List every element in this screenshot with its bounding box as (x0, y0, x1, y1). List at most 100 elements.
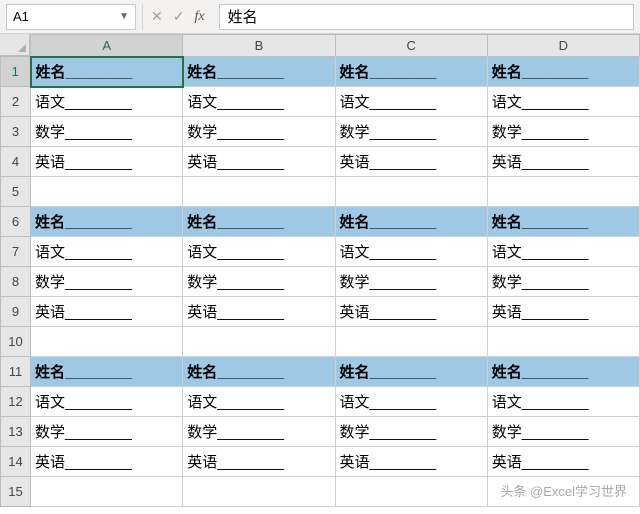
row-header[interactable]: 1 (1, 57, 31, 87)
cell[interactable]: 英语________ (335, 297, 487, 327)
cell-text: 英语________ (35, 451, 132, 472)
grid-table: A B C D 1姓名________姓名________姓名________姓… (0, 34, 640, 507)
select-all-corner[interactable] (0, 34, 30, 56)
cell[interactable] (335, 477, 487, 507)
cell[interactable]: 英语________ (487, 297, 639, 327)
cell[interactable]: 语文________ (31, 87, 183, 117)
table-row: 5 (1, 177, 640, 207)
table-row: 2语文________语文________语文________语文_______… (1, 87, 640, 117)
cell[interactable]: 姓名________ (183, 357, 335, 387)
cell[interactable]: 语文________ (335, 387, 487, 417)
col-header-C[interactable]: C (335, 35, 487, 57)
cell[interactable]: 语文________ (487, 87, 639, 117)
cell-text: 语文________ (492, 241, 589, 262)
cell-text: 姓名________ (187, 211, 284, 232)
cell[interactable]: 语文________ (31, 237, 183, 267)
cell[interactable] (335, 327, 487, 357)
cell[interactable]: 英语________ (335, 447, 487, 477)
row-header[interactable]: 7 (1, 237, 31, 267)
row-header[interactable]: 8 (1, 267, 31, 297)
col-header-A[interactable]: A (31, 35, 183, 57)
formula-bar: A1 ▼ ✕ ✓ fx 姓名 (0, 0, 640, 34)
cell[interactable]: 数学________ (183, 417, 335, 447)
cell-text: 语文________ (187, 91, 284, 112)
cell[interactable]: 数学________ (31, 417, 183, 447)
cell[interactable]: 数学________ (487, 417, 639, 447)
cell[interactable]: 英语________ (183, 447, 335, 477)
cell-text: 数学________ (187, 121, 284, 142)
row-header[interactable]: 2 (1, 87, 31, 117)
row-header[interactable]: 14 (1, 447, 31, 477)
table-row: 1姓名________姓名________姓名________姓名_______… (1, 57, 640, 87)
cell-text: 姓名________ (340, 361, 437, 382)
cell[interactable] (31, 327, 183, 357)
cell[interactable]: 姓名________ (487, 357, 639, 387)
cell[interactable]: 语文________ (335, 237, 487, 267)
cell[interactable]: 姓名________ (31, 357, 183, 387)
dropdown-icon[interactable]: ▼ (119, 11, 129, 22)
cell[interactable]: 英语________ (31, 147, 183, 177)
cell[interactable]: 语文________ (31, 387, 183, 417)
cell[interactable]: 姓名________ (487, 57, 639, 87)
cell-text: 语文________ (340, 241, 437, 262)
col-header-B[interactable]: B (183, 35, 335, 57)
cell[interactable]: 语文________ (487, 237, 639, 267)
cell[interactable]: 数学________ (31, 267, 183, 297)
row-header[interactable]: 9 (1, 297, 31, 327)
cell[interactable] (183, 477, 335, 507)
cell[interactable]: 英语________ (487, 447, 639, 477)
cell[interactable] (487, 327, 639, 357)
row-header[interactable]: 15 (1, 477, 31, 507)
cell[interactable]: 语文________ (183, 237, 335, 267)
cell[interactable]: 英语________ (335, 147, 487, 177)
formula-input[interactable]: 姓名 (219, 4, 634, 30)
cell[interactable]: 数学________ (335, 267, 487, 297)
cell[interactable] (31, 177, 183, 207)
row-header[interactable]: 5 (1, 177, 31, 207)
row-header[interactable]: 11 (1, 357, 31, 387)
col-header-D[interactable]: D (487, 35, 639, 57)
cell[interactable]: 姓名________ (335, 207, 487, 237)
cell[interactable] (183, 177, 335, 207)
cell[interactable]: 语文________ (183, 387, 335, 417)
cell[interactable]: 数学________ (335, 417, 487, 447)
cell[interactable]: 姓名________ (335, 357, 487, 387)
cell[interactable]: 英语________ (183, 147, 335, 177)
fx-icon[interactable]: fx (194, 9, 204, 25)
cell[interactable] (487, 177, 639, 207)
cell[interactable]: 数学________ (183, 267, 335, 297)
cell[interactable] (31, 477, 183, 507)
cell[interactable]: 英语________ (183, 297, 335, 327)
cell[interactable] (183, 327, 335, 357)
table-row: 12语文________语文________语文________语文______… (1, 387, 640, 417)
cell[interactable]: 数学________ (183, 117, 335, 147)
cell[interactable]: 姓名________ (335, 57, 487, 87)
cell[interactable]: 数学________ (335, 117, 487, 147)
cell[interactable]: 语文________ (335, 87, 487, 117)
cell[interactable]: 数学________ (31, 117, 183, 147)
cell[interactable]: 数学________ (487, 267, 639, 297)
cell[interactable]: 英语________ (487, 147, 639, 177)
cell[interactable] (335, 177, 487, 207)
cell[interactable]: 姓名________ (183, 207, 335, 237)
cell[interactable]: 姓名________ (183, 57, 335, 87)
cell[interactable]: 英语________ (31, 447, 183, 477)
row-header[interactable]: 4 (1, 147, 31, 177)
name-box[interactable]: A1 ▼ (6, 4, 136, 30)
row-header[interactable]: 6 (1, 207, 31, 237)
cell[interactable]: 姓名________ (31, 57, 183, 87)
cell[interactable]: 英语________ (31, 297, 183, 327)
cell[interactable]: 姓名________ (487, 207, 639, 237)
cell[interactable]: 语文________ (487, 387, 639, 417)
cell[interactable]: 姓名________ (31, 207, 183, 237)
table-row: 11姓名________姓名________姓名________姓名______… (1, 357, 640, 387)
row-header[interactable]: 13 (1, 417, 31, 447)
enter-icon[interactable]: ✓ (173, 8, 185, 25)
cell-text: 语文________ (492, 91, 589, 112)
cell[interactable]: 数学________ (487, 117, 639, 147)
row-header[interactable]: 3 (1, 117, 31, 147)
cancel-icon[interactable]: ✕ (151, 8, 163, 25)
row-header[interactable]: 10 (1, 327, 31, 357)
row-header[interactable]: 12 (1, 387, 31, 417)
cell[interactable]: 语文________ (183, 87, 335, 117)
